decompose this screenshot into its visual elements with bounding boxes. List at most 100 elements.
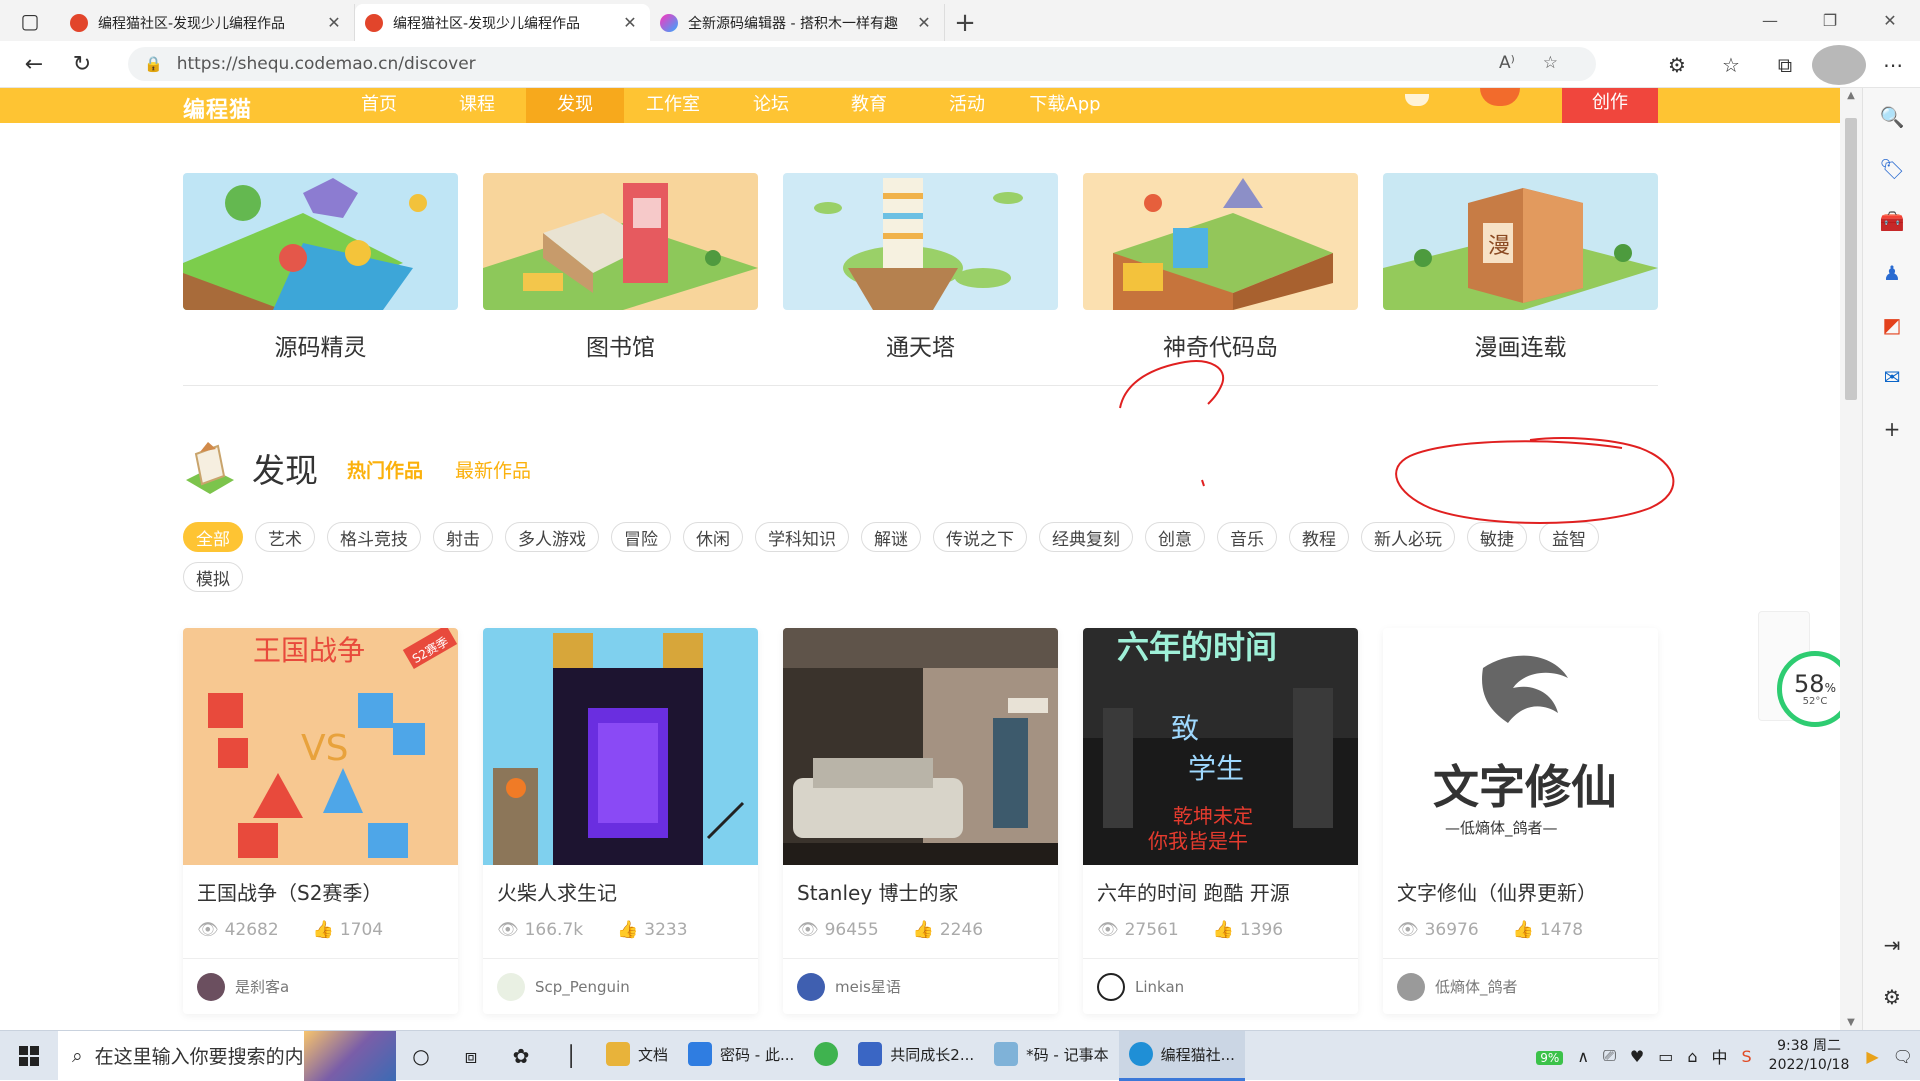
tab-actions-icon[interactable]: ▢ [0, 0, 60, 41]
tag-shooting[interactable]: 射击 [433, 522, 493, 552]
tag-fighting[interactable]: 格斗竞技 [327, 522, 421, 552]
tag-adventure[interactable]: 冒险 [611, 522, 671, 552]
minimize-icon[interactable]: — [1740, 0, 1800, 41]
taskbar-clock[interactable]: 9:38 周二 2022/10/18 [1759, 1037, 1860, 1075]
feature-card-source-sprite[interactable]: 源码精灵 [183, 173, 458, 362]
new-tab-button[interactable]: + [945, 4, 985, 41]
tag-music[interactable]: 音乐 [1217, 522, 1277, 552]
nav-item-download[interactable]: 下载App [1016, 88, 1114, 123]
taskbar-app-browser[interactable] [804, 1031, 848, 1081]
tag-casual[interactable]: 休闲 [683, 522, 743, 552]
close-window-icon[interactable]: ✕ [1860, 0, 1920, 41]
battery-icon[interactable]: ▭ [1651, 1047, 1680, 1066]
add-sidebar-app-icon[interactable]: + [1873, 410, 1911, 448]
taskbar-app-documents[interactable]: 文档 [596, 1031, 678, 1081]
battery-indicator[interactable]: 9% [1529, 1047, 1570, 1066]
work-card[interactable]: Stanley 博士的家 👁 96455 👍 2246 meis星语 [783, 628, 1058, 1014]
tag-simulation[interactable]: 模拟 [183, 562, 243, 592]
favorites-icon[interactable]: ☆ [1704, 45, 1758, 85]
office-icon[interactable]: ◩ [1873, 306, 1911, 344]
create-button[interactable]: 创作 [1562, 88, 1658, 123]
work-card[interactable]: 文字修仙 —低熵体_鸽者— 文字修仙（仙界更新） 👁 36976 👍 1478 低熵… [1383, 628, 1658, 1014]
work-card[interactable]: 王国战争 S2赛季 VS 王国战争（S2赛季） 👁 42682 👍 1704 是刹客… [183, 628, 458, 1014]
scrollbar-thumb[interactable] [1845, 118, 1857, 400]
tag-tutorial[interactable]: 教程 [1289, 522, 1349, 552]
add-favorite-icon[interactable]: ☆ [1543, 53, 1558, 73]
close-tab-icon[interactable]: ✕ [914, 13, 934, 32]
tag-agility[interactable]: 敏捷 [1467, 522, 1527, 552]
work-author[interactable]: 是刹客a [183, 958, 458, 1014]
pinned-app-icon[interactable]: ✿ [496, 1031, 546, 1081]
work-card[interactable]: 火柴人求生记 👁 166.7k 👍 3233 Scp_Penguin [483, 628, 758, 1014]
scroll-up-icon[interactable]: ▲ [1840, 90, 1862, 101]
nav-item-home[interactable]: 首页 [330, 88, 428, 123]
security-icon[interactable]: ♥ [1623, 1047, 1651, 1066]
tag-art[interactable]: 艺术 [255, 522, 315, 552]
work-author[interactable]: Linkan [1083, 958, 1358, 1014]
back-button[interactable]: ← [10, 44, 58, 84]
work-author[interactable]: Scp_Penguin [483, 958, 758, 1014]
settings-gear-icon[interactable]: ⚙ [1873, 978, 1911, 1016]
nav-item-education[interactable]: 教育 [820, 88, 918, 123]
work-author[interactable]: 低熵体_鸽者 [1383, 958, 1658, 1014]
close-tab-icon[interactable]: ✕ [324, 13, 344, 32]
start-button[interactable] [0, 1031, 58, 1081]
tag-brain[interactable]: 益智 [1539, 522, 1599, 552]
task-view-icon[interactable]: ⧈ [446, 1031, 496, 1081]
action-center-icon[interactable]: 🗨 [1886, 1047, 1920, 1066]
browser-tab-2[interactable]: 编程猫社区-发现少儿编程作品 ✕ [355, 4, 650, 41]
taskbar-app-edge[interactable]: 编程猫社... [1118, 1030, 1245, 1081]
notification-bell-icon[interactable] [1405, 94, 1429, 106]
toolbox-icon[interactable]: 🧰 [1873, 202, 1911, 240]
games-icon[interactable]: ♟ [1873, 254, 1911, 292]
tab-hot-works[interactable]: 热门作品 [347, 456, 423, 483]
more-menu-icon[interactable]: ⋯ [1866, 45, 1920, 85]
site-logo[interactable]: 编程猫 [183, 92, 252, 124]
tag-undertale[interactable]: 传说之下 [933, 522, 1027, 552]
ime-icon[interactable]: 中 [1705, 1044, 1735, 1068]
show-hidden-icons[interactable]: ∧ [1570, 1047, 1596, 1066]
taskbar-app-notepad[interactable]: *码 - 记事本 [984, 1031, 1118, 1081]
profile-button[interactable] [1812, 45, 1866, 85]
work-card[interactable]: 六年的时间 致 学生 乾坤未定 你我皆是牛 六年的时间 跑酷 开源 👁 27561… [1083, 628, 1358, 1014]
extensions-icon[interactable]: ⚙ [1650, 45, 1704, 85]
user-avatar[interactable] [1480, 88, 1520, 106]
shopping-tag-icon[interactable]: 🏷 [1873, 150, 1911, 188]
sogou-icon[interactable]: S [1735, 1047, 1759, 1066]
search-icon[interactable]: 🔍 [1873, 98, 1911, 136]
tag-all[interactable]: 全部 [183, 522, 243, 552]
taskbar-app-password[interactable]: 密码 - 此... [678, 1031, 804, 1081]
collections-icon[interactable]: ⧉ [1758, 45, 1812, 85]
taskbar-app-grow-together[interactable]: 共同成长2... [848, 1031, 984, 1081]
tag-classic-remake[interactable]: 经典复刻 [1039, 522, 1133, 552]
cortana-icon[interactable]: ○ [396, 1031, 446, 1081]
tag-puzzle[interactable]: 解谜 [861, 522, 921, 552]
feature-card-library[interactable]: 图书馆 [483, 173, 758, 362]
tag-creative[interactable]: 创意 [1145, 522, 1205, 552]
page-scrollbar[interactable]: ▲ ▼ [1840, 88, 1862, 1030]
network-icon[interactable]: ⌂ [1680, 1047, 1704, 1066]
feature-card-babel-tower[interactable]: 通天塔 [783, 173, 1058, 362]
tag-newbie[interactable]: 新人必玩 [1361, 522, 1455, 552]
taskbar-search-box[interactable]: ⌕ 在这里输入你要搜索的内容 [58, 1030, 396, 1081]
read-aloud-icon[interactable]: A⁾ [1499, 53, 1515, 73]
tag-multiplayer[interactable]: 多人游戏 [505, 522, 599, 552]
feature-card-comics[interactable]: 漫 漫画连载 [1383, 173, 1658, 362]
browser-tab-3[interactable]: 全新源码编辑器 - 搭积木一样有趣 ✕ [650, 4, 945, 41]
nav-item-discover[interactable]: 发现 [526, 88, 624, 123]
nav-item-activity[interactable]: 活动 [918, 88, 1016, 123]
browser-tab-1[interactable]: 编程猫社区-发现少儿编程作品 ✕ [60, 4, 355, 41]
feature-card-code-island[interactable]: 神奇代码岛 [1083, 173, 1358, 362]
sidebar-toggle-icon[interactable]: ⇥ [1873, 926, 1911, 964]
scroll-down-icon[interactable]: ▼ [1840, 1017, 1862, 1028]
nav-item-studio[interactable]: 工作室 [624, 88, 722, 123]
nav-item-forum[interactable]: 论坛 [722, 88, 820, 123]
tag-knowledge[interactable]: 学科知识 [755, 522, 849, 552]
refresh-button[interactable]: ↻ [58, 44, 106, 84]
notification-badge-icon[interactable]: ▶ [1859, 1047, 1885, 1066]
maximize-icon[interactable]: ❐ [1800, 0, 1860, 41]
work-author[interactable]: meis星语 [783, 958, 1058, 1014]
lock-icon[interactable]: 🔒 [144, 55, 163, 73]
nav-item-courses[interactable]: 课程 [428, 88, 526, 123]
tab-new-works[interactable]: 最新作品 [455, 456, 531, 483]
